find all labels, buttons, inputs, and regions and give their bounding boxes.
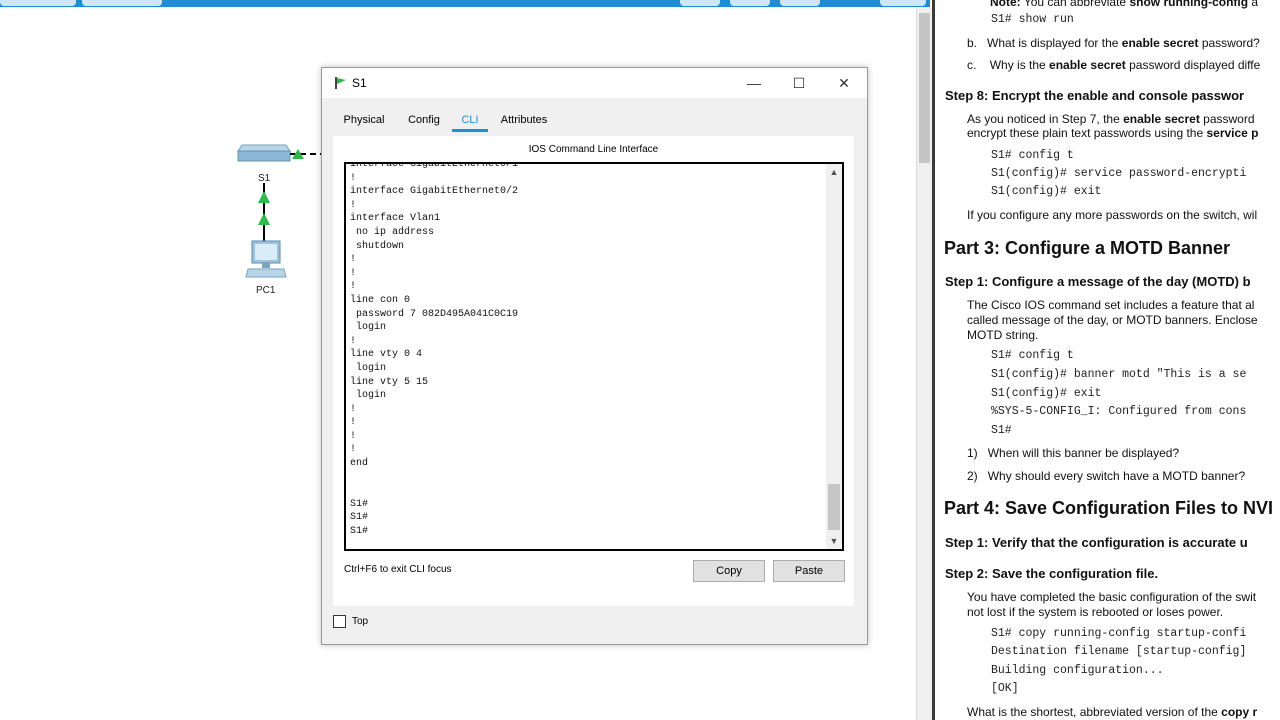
cli-panel: IOS Command Line Interface interface Gig… bbox=[333, 136, 854, 606]
paste-button[interactable]: Paste bbox=[773, 560, 845, 582]
tab-cli[interactable]: CLI bbox=[452, 108, 488, 132]
device-dialog: S1 — ☐ ✕ Physical Config CLI Attributes … bbox=[321, 67, 868, 645]
dialog-titlebar[interactable]: S1 — ☐ ✕ bbox=[322, 68, 867, 98]
top-bar-tab[interactable] bbox=[730, 0, 770, 6]
doc-code-line: S1(config)# exit bbox=[991, 387, 1102, 400]
app-top-bar bbox=[0, 0, 930, 7]
pc-label: PC1 bbox=[256, 285, 276, 296]
doc-step-heading: Step 8: Encrypt the enable and console p… bbox=[945, 88, 1245, 103]
doc-question-2: 2) Why should every switch have a MOTD b… bbox=[967, 469, 1246, 483]
doc-step-heading: Step 2: Save the configuration file. bbox=[945, 566, 1159, 581]
scroll-down-icon[interactable]: ▼ bbox=[826, 533, 842, 549]
doc-step-heading: Step 1: Verify that the configuration is… bbox=[945, 535, 1248, 550]
top-checkbox[interactable] bbox=[333, 615, 346, 628]
pc-icon[interactable] bbox=[244, 239, 288, 281]
doc-part-heading: Part 3: Configure a MOTD Banner bbox=[944, 238, 1231, 258]
doc-code-line: S1# config t bbox=[991, 149, 1074, 162]
doc-code-line: S1# copy running-config startup-confi bbox=[991, 627, 1247, 640]
doc-paragraph: not lost if the system is rebooted or lo… bbox=[967, 605, 1224, 619]
doc-paragraph: What is the shortest, abbreviated versio… bbox=[967, 705, 1258, 719]
doc-code-line: S1# bbox=[991, 424, 1012, 437]
doc-question-c: c. Why is the enable secret password dis… bbox=[967, 58, 1261, 72]
copy-button[interactable]: Copy bbox=[693, 560, 765, 582]
doc-paragraph: You have completed the basic configurati… bbox=[967, 590, 1257, 604]
maximize-button[interactable]: ☐ bbox=[777, 68, 821, 98]
doc-part-heading: Part 4: Save Configuration Files to NVI bbox=[944, 498, 1274, 518]
link-up-arrow-icon bbox=[290, 149, 324, 159]
top-bar-tab[interactable] bbox=[680, 0, 720, 6]
top-checkbox-label: Top bbox=[352, 616, 369, 627]
workspace-scrollbar[interactable] bbox=[916, 7, 933, 720]
scrollbar-thumb[interactable] bbox=[919, 13, 930, 163]
doc-code-line: S1(config)# exit bbox=[991, 185, 1102, 198]
panel-title: IOS Command Line Interface bbox=[528, 144, 659, 155]
tab-attributes[interactable]: Attributes bbox=[496, 108, 552, 132]
doc-step-heading: Step 1: Configure a message of the day (… bbox=[945, 274, 1251, 289]
doc-code-line: Destination filename [startup-config] bbox=[991, 645, 1247, 658]
top-checkbox-row[interactable]: Top bbox=[333, 615, 368, 628]
link-up-arrow-icon bbox=[258, 183, 270, 245]
doc-code-line: S1# show run bbox=[991, 13, 1074, 26]
doc-paragraph: encrypt these plain text passwords using… bbox=[967, 126, 1259, 140]
minimize-button[interactable]: — bbox=[732, 68, 776, 98]
tab-config[interactable]: Config bbox=[402, 108, 446, 132]
doc-code-line: [OK] bbox=[991, 682, 1019, 695]
doc-code-line: S1# config t bbox=[991, 349, 1074, 362]
doc-note: Note: You can abbreviate show running-co… bbox=[990, 0, 1259, 9]
doc-paragraph: MOTD string. bbox=[967, 328, 1039, 342]
doc-code-line: Building configuration... bbox=[991, 664, 1164, 677]
terminal-scroll-thumb[interactable] bbox=[828, 484, 840, 530]
doc-code-line: %SYS-5-CONFIG_I: Configured from cons bbox=[991, 405, 1247, 418]
top-bar-tab[interactable] bbox=[0, 0, 76, 6]
top-bar-tab[interactable] bbox=[780, 0, 820, 6]
cli-focus-hint: Ctrl+F6 to exit CLI focus bbox=[344, 564, 452, 575]
doc-question-1: 1) When will this banner be displayed? bbox=[967, 446, 1180, 460]
scroll-up-icon[interactable]: ▲ bbox=[826, 164, 842, 180]
packet-tracer-app-icon bbox=[335, 77, 346, 89]
switch-icon[interactable] bbox=[236, 137, 292, 165]
tab-physical[interactable]: Physical bbox=[334, 108, 394, 132]
doc-paragraph: As you noticed in Step 7, the enable sec… bbox=[967, 112, 1255, 126]
close-button[interactable]: ✕ bbox=[822, 68, 866, 98]
top-bar-tab[interactable] bbox=[82, 0, 162, 6]
terminal-scrollbar[interactable]: ▲ ▼ bbox=[826, 164, 842, 549]
lab-document: Note: You can abbreviate show running-co… bbox=[935, 0, 1280, 720]
doc-question-b: b. What is displayed for the enable secr… bbox=[967, 36, 1260, 50]
doc-paragraph: If you configure any more passwords on t… bbox=[967, 208, 1258, 222]
doc-code-line: S1(config)# service password-encrypti bbox=[991, 167, 1247, 180]
dialog-title: S1 bbox=[352, 76, 367, 90]
doc-paragraph: called message of the day, or MOTD banne… bbox=[967, 313, 1258, 327]
terminal-output[interactable]: interface GigabitEthernet0/1 ! interface… bbox=[350, 164, 518, 539]
top-bar-tab[interactable] bbox=[880, 0, 926, 6]
doc-paragraph: The Cisco IOS command set includes a fea… bbox=[967, 298, 1255, 312]
cli-terminal[interactable]: interface GigabitEthernet0/1 ! interface… bbox=[344, 162, 844, 551]
doc-code-line: S1(config)# banner motd "This is a se bbox=[991, 368, 1247, 381]
